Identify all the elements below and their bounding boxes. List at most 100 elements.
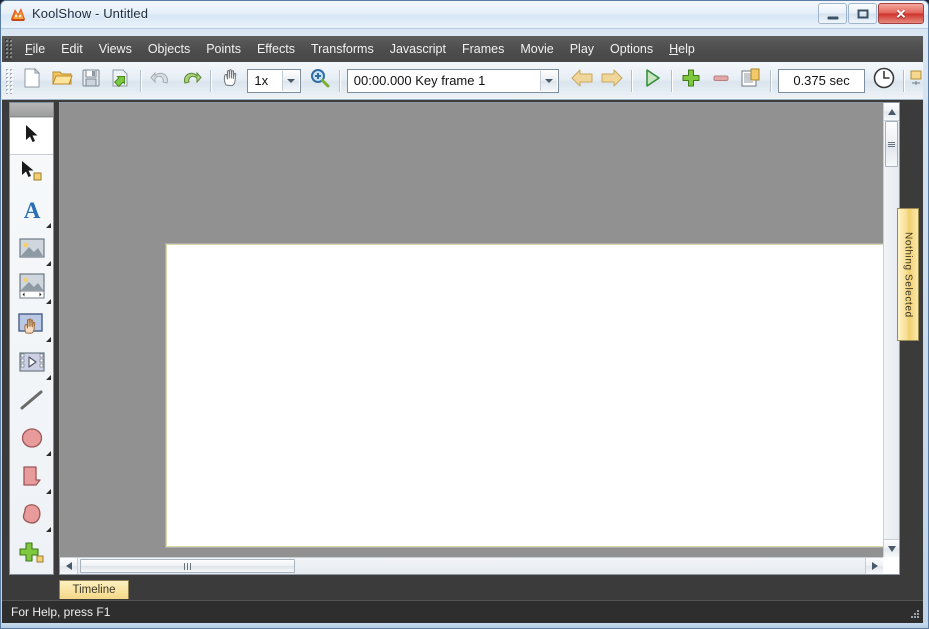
tool-polygon[interactable]: [10, 497, 53, 535]
menu-item-help[interactable]: Help: [661, 39, 703, 59]
toolbar-separator: [902, 69, 905, 92]
chevron-down-icon: [287, 78, 296, 83]
floppy-disk-icon: [80, 67, 102, 94]
canvas-backdrop[interactable]: [60, 103, 883, 557]
bottom-tab-strip: Timeline: [2, 578, 923, 600]
toolbar-separator: [209, 69, 212, 92]
menu-bar: FFileile Edit Views Objects Points Effec…: [2, 36, 923, 62]
menu-item-javascript[interactable]: Javascript: [382, 39, 454, 59]
zoom-magnifier-button[interactable]: [305, 66, 335, 96]
tool-animated-image[interactable]: [10, 269, 53, 307]
next-frame-button[interactable]: [597, 66, 627, 96]
ellipse-icon: [19, 426, 45, 455]
right-arrow-icon: [600, 67, 624, 94]
scroll-down-button[interactable]: [884, 539, 899, 557]
tool-ellipse[interactable]: [10, 421, 53, 459]
open-document-button[interactable]: [47, 66, 77, 96]
scroll-up-button[interactable]: [884, 103, 899, 121]
open-folder-icon: [51, 67, 73, 94]
resize-grip[interactable]: [906, 607, 920, 621]
tool-video[interactable]: [10, 345, 53, 383]
tool-text[interactable]: A: [10, 193, 53, 231]
toolbar-separator: [769, 69, 772, 92]
tool-button-rollover[interactable]: [10, 307, 53, 345]
undo-button[interactable]: [146, 66, 176, 96]
menu-item-objects[interactable]: Objects: [140, 39, 198, 59]
new-document-button[interactable]: [17, 66, 47, 96]
status-message: For Help, press F1: [11, 605, 111, 619]
vertical-scroll-thumb[interactable]: [885, 121, 898, 167]
export-arrow-icon: [110, 67, 132, 94]
menu-item-transforms[interactable]: Transforms: [303, 39, 382, 59]
menu-item-options[interactable]: Options: [602, 39, 661, 59]
toolbar-overflow-button[interactable]: [909, 66, 923, 96]
frame-properties-button[interactable]: [736, 66, 766, 96]
horizontal-scroll-thumb[interactable]: [80, 559, 295, 573]
play-button[interactable]: [637, 66, 667, 96]
tool-add-object[interactable]: [10, 535, 53, 573]
canvas-container: [59, 102, 900, 575]
tool-submenu-indicator[interactable]: [46, 299, 51, 304]
redo-button[interactable]: [176, 66, 206, 96]
close-button[interactable]: ✕: [878, 3, 924, 24]
tool-palette: A: [9, 102, 54, 575]
toolbar-drag-grip[interactable]: [5, 67, 13, 94]
minimize-icon: [827, 16, 838, 19]
zoom-level-combo[interactable]: 1x: [247, 68, 302, 93]
keyframe-dropdown-arrow[interactable]: [540, 70, 558, 91]
film-strip-icon: [18, 351, 46, 378]
maximize-button[interactable]: [848, 3, 877, 24]
tool-submenu-indicator[interactable]: [46, 489, 51, 494]
frame-duration-value: 0.375 sec: [793, 73, 850, 88]
previous-frame-button[interactable]: [567, 66, 597, 96]
menu-item-frames[interactable]: Frames: [454, 39, 512, 59]
tool-rectangle[interactable]: [10, 459, 53, 497]
tool-submenu-indicator[interactable]: [46, 451, 51, 456]
tool-submenu-indicator[interactable]: [46, 375, 51, 380]
keyframe-combo[interactable]: 00:00.000 Key frame 1: [346, 68, 560, 93]
export-button[interactable]: [106, 66, 136, 96]
minimize-button[interactable]: [818, 3, 847, 24]
scroll-left-button[interactable]: [60, 558, 78, 574]
frame-duration-input[interactable]: 0.375 sec: [777, 68, 866, 93]
menu-item-play[interactable]: Play: [562, 39, 602, 59]
window-controls: ✕: [817, 3, 924, 25]
tool-submenu-indicator[interactable]: [46, 261, 51, 266]
add-frame-button[interactable]: [677, 66, 707, 96]
save-document-button[interactable]: [77, 66, 107, 96]
menu-item-effects[interactable]: Effects: [249, 39, 303, 59]
tool-palette-grip[interactable]: [10, 103, 53, 117]
menu-item-edit[interactable]: Edit: [53, 39, 91, 59]
tool-image[interactable]: [10, 231, 53, 269]
tool-select-object[interactable]: [10, 155, 53, 193]
pan-hand-button[interactable]: [216, 66, 246, 96]
menu-item-points[interactable]: Points: [198, 39, 249, 59]
tab-timeline-label: Timeline: [72, 584, 116, 596]
tool-submenu-indicator[interactable]: [46, 527, 51, 532]
undo-arrow-icon: [150, 67, 172, 94]
svg-text:A: A: [23, 198, 40, 222]
canvas-horizontal-scrollbar[interactable]: [60, 557, 883, 574]
tool-line[interactable]: [10, 383, 53, 421]
document-page[interactable]: [166, 244, 883, 547]
tool-submenu-indicator[interactable]: [46, 337, 51, 342]
tool-submenu-indicator[interactable]: [46, 223, 51, 228]
menu-item-file[interactable]: FFileile: [17, 39, 53, 59]
maximize-icon: [857, 9, 868, 18]
scroll-right-button[interactable]: [865, 558, 883, 574]
properties-panel-tab[interactable]: Nothing Selected: [897, 208, 919, 341]
menu-item-views[interactable]: Views: [91, 39, 140, 59]
frames-stack-icon: [740, 67, 762, 94]
plus-icon: [680, 67, 702, 94]
tool-select-arrow[interactable]: [10, 117, 53, 155]
left-arrow-icon: [570, 67, 594, 94]
button-hand-icon: [17, 312, 47, 341]
title-bar: KoolShow - Untitled ✕: [1, 1, 928, 29]
menu-item-movie[interactable]: Movie: [512, 39, 561, 59]
remove-frame-button[interactable]: [706, 66, 736, 96]
timing-button[interactable]: [869, 66, 899, 96]
toolbar-separator: [630, 69, 633, 92]
tab-timeline[interactable]: Timeline: [59, 580, 129, 599]
menu-drag-grip[interactable]: [4, 38, 13, 60]
zoom-level-dropdown-arrow[interactable]: [282, 70, 300, 91]
